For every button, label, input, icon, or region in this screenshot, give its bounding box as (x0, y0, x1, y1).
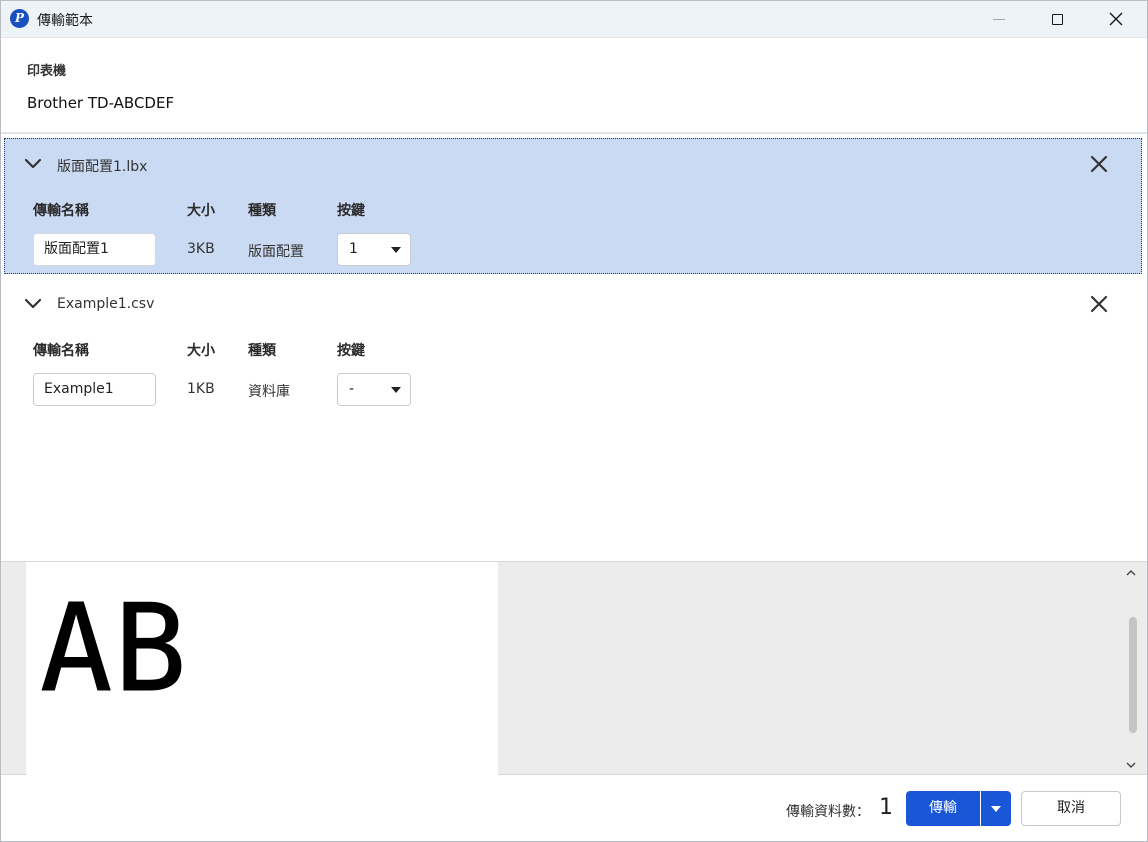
column-header-key: 按鍵 (337, 343, 365, 359)
column-header-size: 大小 (187, 343, 215, 359)
maximize-button[interactable] (1028, 0, 1086, 38)
key-select-value: 1 (349, 241, 358, 257)
transfer-count-label: 傳輸資料數： (786, 804, 870, 820)
template-type: 版面配置 (248, 244, 304, 260)
dropdown-arrow-icon (391, 387, 401, 393)
column-header-key: 按鍵 (337, 203, 365, 219)
divider (0, 132, 1148, 134)
maximize-icon (1051, 13, 1063, 25)
column-header-name: 傳輸名稱 (33, 203, 89, 219)
template-size: 3KB (187, 241, 215, 257)
dropdown-arrow-icon (391, 247, 401, 253)
minimize-button[interactable] (970, 0, 1028, 38)
cancel-button[interactable]: 取消 (1021, 791, 1121, 826)
template-file-name: 版面配置1.lbx (57, 159, 148, 175)
app-icon: P (10, 9, 29, 28)
title-bar: P 傳輸範本 (0, 0, 1148, 38)
template-type: 資料庫 (248, 384, 290, 400)
template-item[interactable]: Example1.csv 傳輸名稱 大小 種類 按鍵 Example1 1KB … (4, 278, 1142, 414)
scroll-down-icon[interactable] (1124, 758, 1138, 772)
label-preview: AB (26, 562, 498, 775)
dropdown-arrow-icon (991, 806, 1001, 812)
key-select[interactable]: - (337, 373, 411, 406)
scrollbar-thumb[interactable] (1129, 617, 1137, 733)
key-select[interactable]: 1 (337, 233, 411, 266)
chevron-down-icon[interactable] (24, 298, 42, 310)
scroll-up-icon[interactable] (1124, 566, 1138, 580)
transfer-name-input[interactable]: Example1 (33, 373, 156, 406)
column-header-name: 傳輸名稱 (33, 343, 89, 359)
window-title: 傳輸範本 (37, 13, 93, 29)
template-file-name: Example1.csv (57, 296, 155, 312)
template-item[interactable]: 版面配置1.lbx 傳輸名稱 大小 種類 按鍵 版面配置1 3KB 版面配置 1 (4, 138, 1142, 274)
close-window-button[interactable] (1087, 0, 1145, 38)
transfer-button[interactable]: 傳輸 (906, 791, 980, 826)
label-preview-area: AB (0, 561, 1148, 775)
transfer-name-input[interactable]: 版面配置1 (33, 233, 156, 266)
printer-name: Brother TD-ABCDEF (27, 94, 175, 112)
printer-label: 印表機 (27, 64, 67, 79)
transfer-options-button[interactable] (981, 791, 1011, 826)
column-header-size: 大小 (187, 203, 215, 219)
transfer-count-value: 1 (879, 795, 893, 820)
remove-template-icon[interactable] (1090, 155, 1108, 173)
key-select-value: - (349, 381, 355, 397)
template-size: 1KB (187, 381, 215, 397)
minimize-icon (993, 18, 1005, 20)
chevron-down-icon[interactable] (24, 158, 42, 170)
preview-label-text: AB (40, 580, 189, 719)
remove-template-icon[interactable] (1090, 295, 1108, 313)
column-header-type: 種類 (248, 343, 276, 359)
close-icon (1109, 12, 1123, 26)
column-header-type: 種類 (248, 203, 276, 219)
